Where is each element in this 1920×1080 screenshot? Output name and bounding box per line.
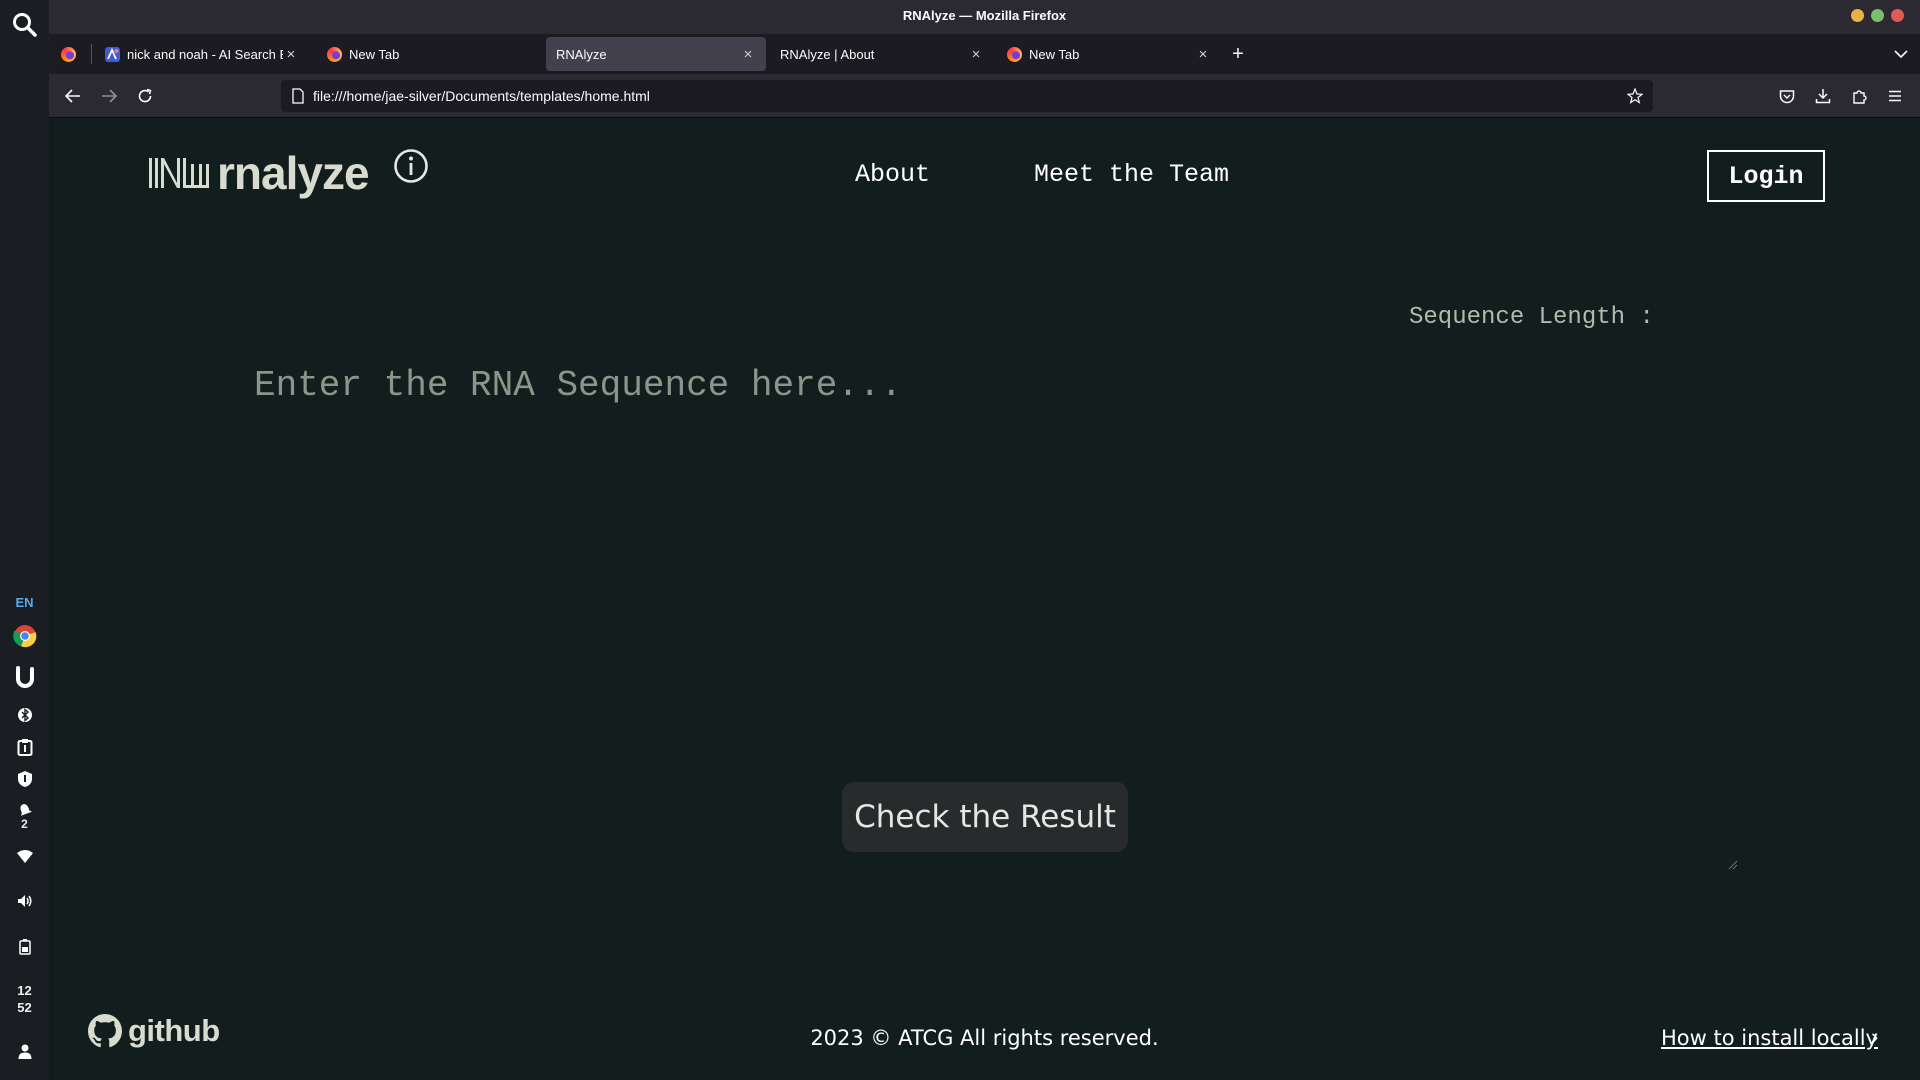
new-tab-plus-icon[interactable]: +	[1224, 40, 1252, 68]
firefox-icon	[1007, 46, 1022, 62]
hamburger-menu-icon[interactable]	[1881, 82, 1909, 110]
copyright-text: 2023 © ATCG All rights reserved.	[810, 1026, 1159, 1050]
notification-bell-icon[interactable]: 2	[0, 800, 49, 834]
u-app-icon[interactable]	[0, 664, 49, 690]
downloads-icon[interactable]	[1809, 82, 1837, 110]
clock-minute: 52	[17, 1000, 32, 1015]
minimize-button[interactable]	[1851, 9, 1864, 22]
check-result-button[interactable]: Check the Result	[842, 782, 1128, 852]
install-locally-link[interactable]: How to install locally	[1661, 1026, 1878, 1050]
close-tab-icon[interactable]: ×	[283, 46, 299, 63]
tab-title: RNAlyze | About	[780, 46, 875, 62]
sequence-length-label: Sequence Length :	[1409, 304, 1654, 331]
close-window-button[interactable]	[1891, 9, 1904, 22]
window-title: RNAlyze — Mozilla Firefox	[902, 8, 1067, 23]
volume-icon[interactable]	[0, 890, 49, 912]
window-titlebar: RNAlyze — Mozilla Firefox	[49, 0, 1920, 34]
clock-hour: 12	[17, 983, 32, 998]
navigation-toolbar: file:///home/jae-silver/Documents/templa…	[49, 74, 1920, 118]
tab-title: New Tab	[1029, 46, 1080, 62]
close-tab-icon[interactable]: ×	[1195, 46, 1211, 63]
rna-logo-icon	[149, 158, 209, 188]
bookmark-star-icon[interactable]	[1627, 88, 1643, 104]
firefox-icon	[61, 46, 76, 62]
tab-rnalyze[interactable]: RNAlyze ×	[546, 37, 766, 71]
tab-title: nick and noah - AI Search Based Chat | A…	[127, 46, 283, 62]
user-icon[interactable]	[0, 1040, 49, 1062]
clipboard-icon[interactable]	[0, 736, 49, 758]
ai-search-favicon-icon	[105, 46, 120, 62]
url-bar[interactable]: file:///home/jae-silver/Documents/templa…	[281, 80, 1653, 112]
close-tab-icon[interactable]: ×	[740, 46, 756, 63]
firefox-icon	[327, 46, 342, 62]
wifi-icon[interactable]	[0, 846, 49, 868]
firefox-view-button[interactable]	[55, 37, 83, 71]
login-button[interactable]: Login	[1707, 150, 1825, 202]
logo-text: rnalyze	[217, 147, 370, 199]
forward-arrow-icon[interactable]	[95, 82, 123, 110]
keyboard-language-indicator[interactable]: EN	[0, 592, 49, 612]
notification-count: 2	[21, 817, 28, 831]
os-dock: EN 2 12 52	[0, 0, 49, 1080]
textarea-resize-grip-icon[interactable]	[1726, 858, 1738, 870]
list-all-tabs-chevron-icon[interactable]	[1887, 40, 1915, 68]
chevron-right-icon: ›	[1871, 1024, 1879, 1049]
bluetooth-icon[interactable]	[0, 704, 49, 726]
battery-icon	[0, 936, 49, 958]
page-content: rnalyze About Meet the Team Login Sequen…	[49, 118, 1920, 1080]
tab-divider	[91, 44, 92, 64]
close-tab-icon[interactable]: ×	[968, 46, 984, 63]
tab-title: New Tab	[349, 46, 400, 62]
shield-icon[interactable]	[0, 768, 49, 790]
search-icon[interactable]	[0, 6, 49, 44]
page-icon	[292, 88, 304, 104]
reload-icon[interactable]	[131, 82, 159, 110]
tab-ai-search[interactable]: nick and noah - AI Search Based Chat | A…	[95, 37, 309, 71]
tab-new-tab-2[interactable]: New Tab ×	[997, 37, 1221, 71]
tab-rnalyze-about[interactable]: RNAlyze | About ×	[770, 37, 994, 71]
extensions-puzzle-icon[interactable]	[1845, 82, 1873, 110]
tab-title: RNAlyze	[556, 46, 607, 62]
site-logo[interactable]: rnalyze	[149, 146, 370, 200]
nav-link-meet-the-team[interactable]: Meet the Team	[1034, 160, 1229, 189]
url-text[interactable]: file:///home/jae-silver/Documents/templa…	[313, 88, 650, 104]
nav-link-about[interactable]: About	[855, 160, 930, 189]
maximize-button[interactable]	[1871, 9, 1884, 22]
pocket-icon[interactable]	[1773, 82, 1801, 110]
tab-strip: nick and noah - AI Search Based Chat | A…	[49, 34, 1920, 74]
clock[interactable]: 12 52	[0, 980, 49, 1018]
chrome-icon[interactable]	[0, 623, 49, 649]
info-icon[interactable]	[393, 148, 429, 184]
back-arrow-icon[interactable]	[59, 82, 87, 110]
